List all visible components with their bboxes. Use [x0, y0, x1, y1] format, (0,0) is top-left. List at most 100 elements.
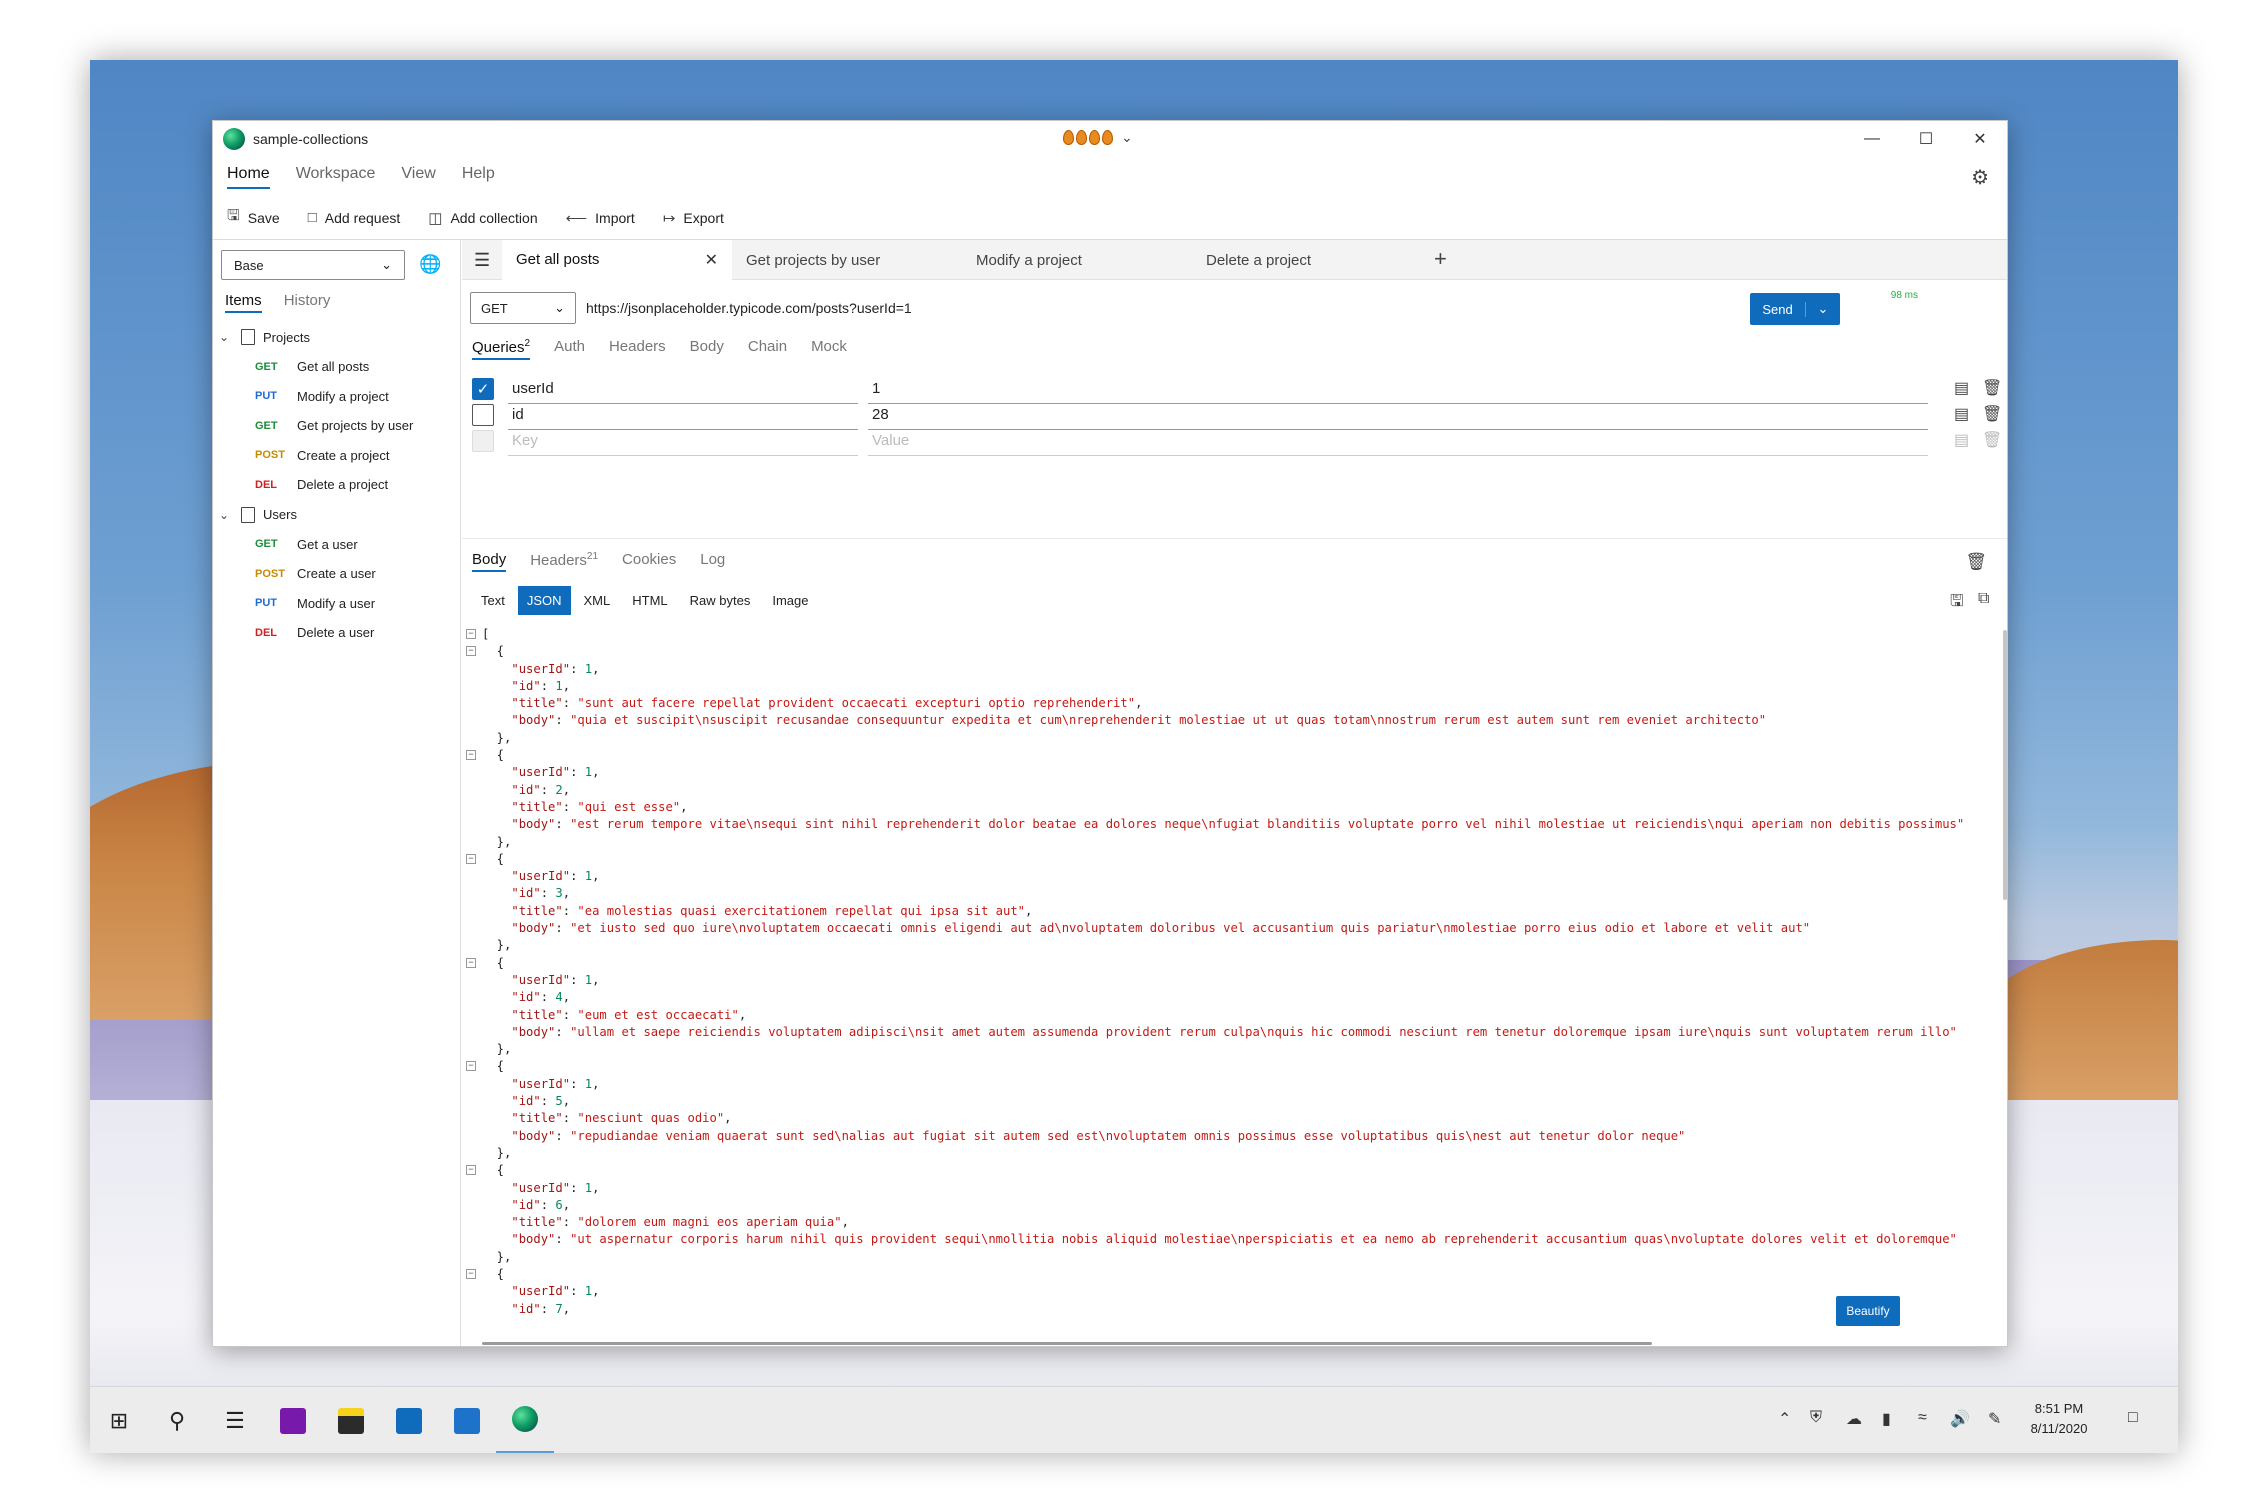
format-xml[interactable]: XML: [575, 586, 620, 615]
tab-delete-a-project[interactable]: Delete a project: [1192, 240, 1422, 280]
globe-icon[interactable]: 🌐: [419, 254, 441, 275]
folder-projects[interactable]: ⌄ Projects: [219, 322, 459, 352]
format-text[interactable]: Text: [472, 586, 514, 615]
fold-toggle-icon[interactable]: −: [466, 1061, 476, 1072]
tab-log[interactable]: Log: [700, 551, 725, 572]
task-view-button[interactable]: ☰: [206, 1387, 264, 1453]
tab-response-body[interactable]: Body: [472, 551, 507, 572]
save-icon[interactable]: 🖫: [1950, 590, 1964, 617]
sidebar-item-get-a-user[interactable]: GET Get a user: [219, 530, 459, 560]
close-icon[interactable]: ✕: [705, 250, 718, 270]
sidebar-item-delete-a-user[interactable]: DEL Delete a user: [219, 618, 459, 648]
code-line: − {: [466, 1266, 2006, 1283]
vertical-scrollbar[interactable]: [2003, 630, 2007, 900]
format-html[interactable]: HTML: [623, 586, 676, 615]
sidebar-item-get-all-posts[interactable]: GET Get all posts: [219, 352, 459, 382]
security-icon[interactable]: ⛨: [1810, 1409, 1822, 1427]
trash-icon[interactable]: 🗑: [1965, 552, 1987, 572]
sidebar-item-get-projects-by-user[interactable]: GET Get projects by user: [219, 411, 459, 441]
battery-icon[interactable]: ▮: [1882, 1409, 1891, 1429]
chevron-up-icon[interactable]: ⌃: [1778, 1409, 1791, 1429]
tab-history[interactable]: History: [284, 292, 331, 313]
sticky-notes-button[interactable]: [322, 1387, 380, 1453]
format-image[interactable]: Image: [763, 586, 817, 615]
trash-icon[interactable]: 🗑: [1982, 378, 2002, 398]
gear-icon[interactable]: ⚙: [1971, 165, 1989, 190]
query-key-input[interactable]: Key: [508, 426, 858, 456]
save-button[interactable]: 🖫 Save: [227, 205, 280, 230]
add-request-button[interactable]: □ Add request: [308, 209, 401, 226]
wifi-icon[interactable]: ≈: [1918, 1409, 1927, 1427]
tab-headers[interactable]: Headers: [609, 338, 666, 360]
request-label: Create a user: [297, 566, 376, 582]
cloud-icon[interactable]: ☁: [1846, 1409, 1862, 1429]
fold-toggle-icon[interactable]: −: [466, 853, 476, 864]
start-button[interactable]: ⊞: [90, 1387, 148, 1453]
tab-cookies[interactable]: Cookies: [622, 551, 676, 572]
url-input[interactable]: https://jsonplaceholder.typicode.com/pos…: [582, 292, 1742, 324]
sidebar-item-create-a-user[interactable]: POST Create a user: [219, 559, 459, 589]
app-taskbar-button[interactable]: [496, 1387, 554, 1453]
menu-workspace[interactable]: Workspace: [296, 165, 376, 189]
volume-icon[interactable]: 🔊: [1950, 1409, 1970, 1429]
tab-get-all-posts[interactable]: Get all posts ✕: [502, 240, 732, 280]
bulk-edit-icon[interactable]: ▤: [1954, 378, 1969, 398]
trash-icon[interactable]: 🗑: [1982, 404, 2002, 424]
code-line: − {: [466, 851, 2006, 868]
tab-modify-a-project[interactable]: Modify a project: [962, 240, 1192, 280]
tab-chain[interactable]: Chain: [748, 338, 787, 360]
tab-queries[interactable]: Queries2: [472, 338, 531, 360]
tab-mock[interactable]: Mock: [811, 338, 847, 360]
tab-items[interactable]: Items: [225, 292, 262, 313]
folder-users[interactable]: ⌄ Users: [219, 500, 459, 530]
send-button[interactable]: Send ⌄: [1750, 293, 1840, 325]
response-body-editor[interactable]: −[− { "userId": 1, "id": 1, "title": "su…: [466, 626, 2006, 1316]
notifications-icon[interactable]: □: [2128, 1409, 2138, 1427]
import-button[interactable]: ⟵ Import: [566, 209, 635, 227]
tab-get-projects-by-user[interactable]: Get projects by user: [732, 240, 962, 280]
taskbar-clock[interactable]: 8:51 PM 8/11/2020: [2020, 1399, 2098, 1439]
fold-toggle-icon[interactable]: −: [466, 629, 476, 639]
add-collection-button[interactable]: ◫ Add collection: [428, 209, 537, 227]
close-button[interactable]: ✕: [1953, 121, 2007, 157]
menu-help[interactable]: Help: [462, 165, 495, 189]
horizontal-scrollbar[interactable]: [482, 1342, 1652, 1345]
sidebar-item-create-a-project[interactable]: POST Create a project: [219, 441, 459, 471]
query-checkbox[interactable]: [472, 430, 494, 452]
maximize-button[interactable]: ☐: [1899, 121, 1953, 157]
photos-button[interactable]: [438, 1387, 496, 1453]
sidebar-item-modify-a-user[interactable]: PUT Modify a user: [219, 589, 459, 619]
query-checkbox[interactable]: [472, 404, 494, 426]
format-json[interactable]: JSON: [517, 586, 571, 615]
pen-icon[interactable]: ✎: [1988, 1409, 2001, 1429]
menu-home[interactable]: Home: [227, 165, 270, 189]
fold-toggle-icon[interactable]: −: [466, 750, 476, 761]
tab-auth[interactable]: Auth: [554, 338, 585, 360]
fold-toggle-icon[interactable]: −: [466, 957, 476, 968]
bulk-edit-icon[interactable]: ▤: [1954, 404, 1969, 424]
tab-response-headers[interactable]: Headers21: [530, 551, 598, 572]
query-checkbox[interactable]: ✓: [472, 378, 494, 400]
onenote-button[interactable]: [264, 1387, 322, 1453]
environment-select[interactable]: Base ⌄: [221, 250, 405, 280]
add-tab-icon[interactable]: +: [1434, 246, 1447, 272]
chevron-down-icon[interactable]: ⌄: [1806, 301, 1840, 317]
coffee-menu[interactable]: ⌄: [1063, 129, 1133, 146]
fold-toggle-icon[interactable]: −: [466, 1268, 476, 1279]
format-raw-bytes[interactable]: Raw bytes: [681, 586, 760, 615]
sidebar-item-delete-a-project[interactable]: DEL Delete a project: [219, 470, 459, 500]
query-value-input[interactable]: Value: [868, 426, 1928, 456]
tab-body[interactable]: Body: [690, 338, 724, 360]
fold-toggle-icon[interactable]: −: [466, 1165, 476, 1176]
export-button[interactable]: ↦ Export: [663, 209, 724, 227]
beautify-button[interactable]: Beautify: [1836, 1296, 1900, 1326]
menu-view[interactable]: View: [401, 165, 435, 189]
method-select[interactable]: GET ⌄: [470, 292, 576, 324]
menu-icon[interactable]: ☰: [474, 250, 490, 271]
fold-toggle-icon[interactable]: −: [466, 646, 476, 657]
mail-button[interactable]: [380, 1387, 438, 1453]
copy-icon[interactable]: ⧉: [1978, 590, 1989, 608]
search-button[interactable]: ⚲: [148, 1387, 206, 1453]
sidebar-item-modify-a-project[interactable]: PUT Modify a project: [219, 382, 459, 412]
minimize-button[interactable]: —: [1845, 121, 1899, 157]
